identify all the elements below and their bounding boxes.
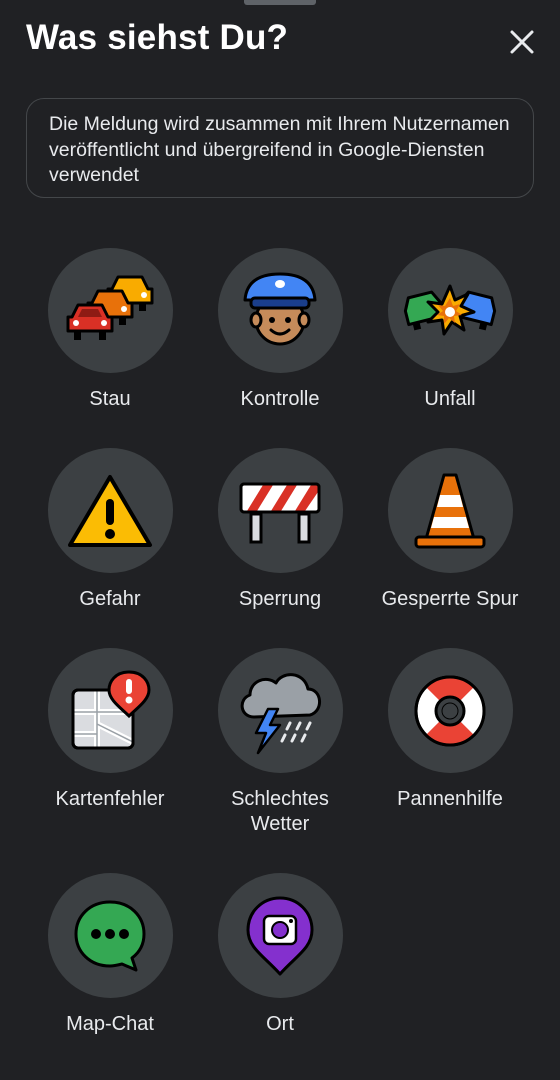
crash-icon [403,284,497,335]
traffic-cone-icon [414,473,486,548]
report-label: Gesperrte Spur [381,588,519,610]
tile-circle [387,448,513,573]
tile-circle [47,648,173,773]
traffic-jam-icon [66,275,154,340]
chat-icon [74,900,146,971]
tile-circle [217,248,343,373]
tile-circle [217,448,343,573]
report-label: Gefahr [79,588,141,610]
report-road-closure[interactable]: Sperrung [195,448,365,648]
report-label: Map-Chat [66,1013,154,1035]
report-label: Stau [89,388,131,410]
report-map-chat[interactable]: Map-Chat [25,873,195,1073]
report-label: Unfall [424,388,476,410]
report-place[interactable]: Ort [195,873,365,1073]
road-closure-icon [239,482,321,543]
tile-circle [47,448,173,573]
report-police[interactable]: Kontrolle [195,248,365,448]
report-bad-weather[interactable]: Schlechtes Wetter [195,648,365,848]
tile-circle [47,873,173,998]
tile-circle [217,873,343,998]
report-sheet: Was siehst Du? Die Meldung wird zusammen… [0,0,560,1080]
report-label: Sperrung [238,588,322,610]
drag-handle[interactable] [244,0,316,5]
report-label: Kontrolle [240,388,320,410]
report-label: Schlechtes Wetter [231,788,329,835]
bad-weather-icon [240,672,321,754]
tile-circle [47,248,173,373]
tile-circle [387,248,513,373]
map-error-icon [71,669,151,749]
close-icon [510,30,534,54]
report-traffic-jam[interactable]: Stau [25,248,195,448]
report-lane-closed[interactable]: Gesperrte Spur [365,448,535,648]
report-map-error[interactable]: Kartenfehler [25,648,195,848]
place-icon [246,896,314,975]
report-roadside-help[interactable]: Pannenhilfe [365,648,535,848]
report-label: Kartenfehler [55,788,165,810]
tile-circle [217,648,343,773]
report-label: Ort [266,1013,294,1035]
page-title: Was siehst Du? [26,18,289,57]
lifebuoy-icon [414,675,486,746]
privacy-notice: Die Meldung wird zusammen mit Ihrem Nutz… [26,98,534,198]
close-button[interactable] [500,20,544,64]
report-hazard[interactable]: Gefahr [25,448,195,648]
report-crash[interactable]: Unfall [365,248,535,448]
report-label: Pannenhilfe [397,788,503,810]
police-icon [243,272,317,345]
hazard-icon [68,474,152,547]
tile-circle [387,648,513,773]
